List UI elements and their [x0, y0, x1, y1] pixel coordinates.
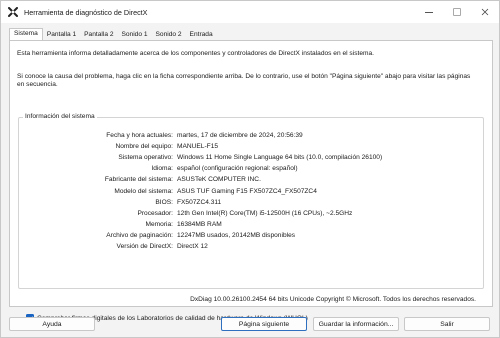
intro-text-1: Esta herramienta informa detalladamente … [17, 50, 374, 57]
tab-entrada[interactable]: Entrada [186, 31, 217, 40]
info-value: martes, 17 de diciembre de 2024, 20:56:3… [177, 132, 303, 140]
info-value: español (configuración regional: español… [177, 165, 298, 173]
info-label: BIOS: [155, 198, 173, 206]
tab-strip: Sistema Pantalla 1 Pantalla 2 Sonido 1 S… [9, 28, 217, 40]
title-bar[interactable]: Herramienta de diagnóstico de DirectX [1, 1, 499, 23]
info-label: Fecha y hora actuales: [106, 132, 173, 140]
info-row-bios: BIOS: FX507ZC4.311 [19, 197, 483, 208]
window-controls [415, 1, 499, 23]
info-value: 12247MB usados, 20142MB disponibles [177, 231, 296, 239]
info-row-date: Fecha y hora actuales: martes, 17 de dic… [19, 130, 483, 141]
tab-sonido-1[interactable]: Sonido 1 [117, 31, 151, 40]
info-row-computer-name: Nombre del equipo: MANUEL-F15 [19, 141, 483, 152]
info-value: Windows 11 Home Single Language 64 bits … [177, 154, 383, 162]
system-info-group: Información del sistema Fecha y hora act… [18, 113, 484, 322]
info-label: Procesador: [137, 209, 173, 217]
copyright-footer: DxDiag 10.00.26100.2454 64 bits Unicode … [190, 296, 476, 303]
info-value: 12th Gen Intel(R) Core(TM) i5-12500H (16… [177, 209, 353, 217]
info-label: Nombre del equipo: [115, 143, 173, 151]
info-value: ASUS TUF Gaming F15 FX507ZC4_FX507ZC4 [177, 187, 317, 195]
info-row-language: Idioma: español (configuración regional:… [19, 163, 483, 174]
minimize-button[interactable] [415, 1, 443, 23]
tab-content-panel: Esta herramienta informa detalladamente … [9, 40, 493, 322]
info-row-model: Modelo del sistema: ASUS TUF Gaming F15 … [19, 185, 483, 196]
info-label: Memoria: [145, 220, 173, 228]
info-row-manufacturer: Fabricante del sistema: ASUSTeK COMPUTER… [19, 174, 483, 185]
info-label: Sistema operativo: [118, 154, 173, 162]
info-label: Versión de DirectX: [116, 242, 173, 250]
info-value: MANUEL-F15 [177, 143, 219, 151]
tab-sistema[interactable]: Sistema [9, 28, 43, 40]
info-row-os: Sistema operativo: Windows 11 Home Singl… [19, 152, 483, 163]
window-title: Herramienta de diagnóstico de DirectX [24, 7, 148, 17]
info-label: Archivo de paginación: [106, 231, 173, 239]
info-row-directx-version: Versión de DirectX: DirectX 12 [19, 241, 483, 252]
info-row-processor: Procesador: 12th Gen Intel(R) Core(TM) i… [19, 208, 483, 219]
dxdiag-window: Herramienta de diagnóstico de DirectX Si… [0, 0, 500, 338]
close-icon [481, 8, 489, 16]
info-value: DirectX 12 [177, 242, 208, 250]
system-info-table: Fecha y hora actuales: martes, 17 de dic… [19, 130, 483, 252]
exit-button[interactable]: Salir [404, 317, 490, 331]
help-button[interactable]: Ayuda [9, 317, 95, 331]
tab-pantalla-2[interactable]: Pantalla 2 [80, 31, 117, 40]
info-value: FX507ZC4.311 [177, 198, 222, 206]
tab-sonido-2[interactable]: Sonido 2 [152, 31, 186, 40]
info-label: Modelo del sistema: [114, 187, 173, 195]
intro-text-2: Si conoce la causa del problema, haga cl… [17, 73, 471, 88]
tab-pantalla-1[interactable]: Pantalla 1 [43, 31, 80, 40]
info-row-memory: Memoria: 16384MB RAM [19, 219, 483, 230]
directx-icon [8, 7, 18, 17]
next-page-button[interactable]: Página siguiente [221, 317, 307, 331]
close-button[interactable] [471, 1, 499, 23]
info-label: Fabricante del sistema: [104, 176, 173, 184]
save-info-button[interactable]: Guardar la información... [313, 317, 399, 331]
group-legend: Información del sistema [23, 113, 97, 120]
maximize-button[interactable] [443, 1, 471, 23]
info-label: Idioma: [151, 165, 173, 173]
info-row-page-file: Archivo de paginación: 12247MB usados, 2… [19, 230, 483, 241]
info-value: ASUSTeK COMPUTER INC. [177, 176, 261, 184]
info-value: 16384MB RAM [177, 220, 222, 228]
